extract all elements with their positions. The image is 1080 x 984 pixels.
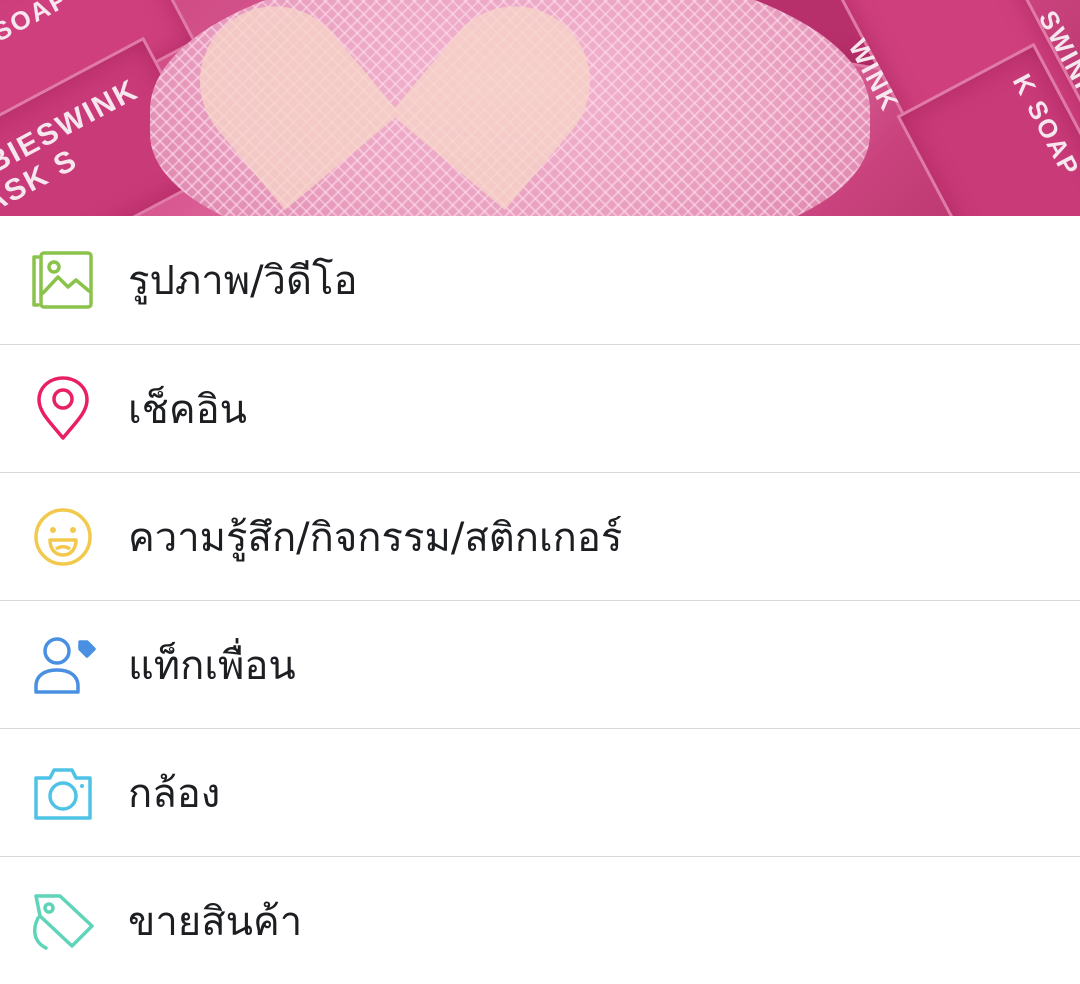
menu-item-label: กล้อง [128,770,221,817]
attached-photo[interactable]: SOAP BIESWINK ASK S WINK K SOAP SWINK [0,0,1080,216]
menu-item-tag-friends[interactable]: แท็กเพื่อน [0,601,1080,729]
menu-item-label: แท็กเพื่อน [128,642,296,689]
menu-item-check-in[interactable]: เช็คอิน [0,345,1080,473]
menu-item-feeling-activity[interactable]: ความรู้สึก/กิจกรรม/สติกเกอร์ [0,473,1080,601]
heart-shape [245,30,505,216]
price-tag-icon [30,888,96,954]
menu-item-camera[interactable]: กล้อง [0,729,1080,857]
menu-item-sell-something[interactable]: ขายสินค้า [0,857,1080,984]
smiley-face-icon [30,504,96,570]
location-pin-icon [30,375,96,442]
menu-item-label: รูปภาพ/วิดีโอ [128,258,358,304]
tag-person-icon [30,632,96,698]
menu-item-photo-video[interactable]: รูปภาพ/วิดีโอ [0,216,1080,345]
menu-item-label: เช็คอิน [128,386,247,433]
composer-options-menu: รูปภาพ/วิดีโอ เช็คอิน ความรู้สึก/กิจกรรม… [0,216,1080,984]
menu-item-label: ความรู้สึก/กิจกรรม/สติกเกอร์ [128,514,623,561]
photo-video-icon [30,247,96,313]
menu-item-label: ขายสินค้า [128,899,303,945]
camera-icon [30,760,96,826]
